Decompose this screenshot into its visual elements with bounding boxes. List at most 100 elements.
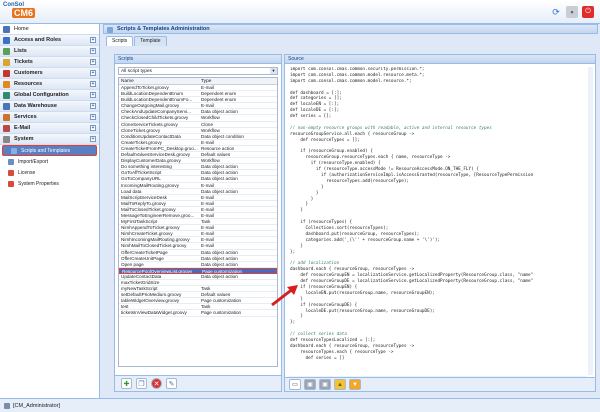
save-as-button[interactable]: ▣ bbox=[319, 379, 331, 390]
script-name-cell: NimhAppendToTicket.groovy bbox=[121, 225, 180, 231]
sidebar-item-home[interactable]: Home bbox=[0, 24, 99, 35]
sidebar-item-access-and-roles[interactable]: Access and Roles + bbox=[0, 35, 99, 46]
sidebar-item-label: Tickets bbox=[14, 59, 33, 65]
sidebar-item-lists[interactable]: Lists + bbox=[0, 46, 99, 57]
script-name-cell: ChangeOutgoingMail.groovy bbox=[121, 103, 180, 109]
expand-icon[interactable]: + bbox=[90, 125, 96, 131]
script-name-cell: MyFirstTaskScript bbox=[121, 219, 158, 225]
script-name-cell: MessageToEngineerRemove.groo... bbox=[121, 212, 195, 218]
sidebar-item-resources[interactable]: Resources + bbox=[0, 79, 99, 90]
sidebar-item-customers[interactable]: Customers + bbox=[0, 68, 99, 79]
script-type-cell: Data object action bbox=[201, 255, 238, 261]
script-name-cell: MailScriptServiceDesk bbox=[121, 194, 167, 200]
license-icon bbox=[8, 169, 14, 176]
new-file-button[interactable]: ▭ bbox=[289, 379, 301, 390]
sidebar-item-system[interactable]: System + bbox=[0, 134, 99, 145]
sidebar-item-system-properties[interactable]: System Properties bbox=[0, 178, 99, 189]
expand-icon[interactable]: + bbox=[90, 48, 96, 54]
script-type-cell: E-mail bbox=[201, 139, 215, 145]
sidebar-item-e-mail[interactable]: E-Mail + bbox=[0, 123, 99, 134]
column-header-type[interactable]: Type bbox=[199, 78, 269, 84]
script-type-cell: Resource action bbox=[201, 145, 235, 151]
column-header-name[interactable]: Name bbox=[119, 78, 199, 84]
script-type-cell: Workflow bbox=[201, 127, 220, 133]
save-button[interactable]: ▣ bbox=[304, 379, 316, 390]
expand-icon[interactable]: + bbox=[90, 136, 96, 142]
consol-logo: ConSol CM6 bbox=[3, 2, 38, 21]
script-type-cell: E-mail bbox=[201, 237, 215, 243]
sidebar-item-services[interactable]: Services + bbox=[0, 112, 99, 123]
expand-icon[interactable]: + bbox=[90, 70, 96, 76]
expand-icon[interactable]: + bbox=[90, 59, 96, 65]
tab-template[interactable]: Template bbox=[134, 36, 167, 46]
script-name-cell: NimhIncomingMailRouting.groovy bbox=[121, 237, 190, 243]
source-toolbar: ▭ ▣ ▣ ▲ ▼ bbox=[285, 377, 595, 391]
script-name-cell: ResourcePoolOverviewList.groovy bbox=[122, 268, 193, 273]
tab-scripts[interactable]: Scripts bbox=[106, 36, 134, 46]
code-line: def series = [] bbox=[290, 355, 345, 361]
chevron-down-icon[interactable]: ▼ bbox=[270, 68, 277, 74]
script-type-cell: Workflow bbox=[201, 158, 220, 164]
sidebar-item-label: Services bbox=[14, 114, 37, 120]
script-type-cell: Dependent enum bbox=[201, 97, 237, 103]
main-title-bar: Scripts & Templates Administration bbox=[103, 24, 598, 34]
script-type-cell: Data object action bbox=[201, 249, 238, 255]
global-configuration-icon bbox=[3, 91, 10, 99]
sidebar-item-tickets[interactable]: Tickets + bbox=[0, 57, 99, 68]
sidebar-item-label: Global Configuration bbox=[14, 92, 69, 98]
sidebar: Home Access and Roles + Lists + Tickets + Custo… bbox=[0, 24, 100, 398]
delete-script-button[interactable]: ✕ bbox=[151, 378, 162, 389]
script-type-cell: Data object action bbox=[201, 164, 238, 170]
script-name-cell: CheckClosedChildTickets.groovy bbox=[121, 115, 189, 121]
edit-script-button[interactable]: ✎ bbox=[166, 378, 177, 389]
script-type-cell: Clone bbox=[201, 121, 214, 127]
copy-script-button[interactable]: ❐ bbox=[136, 378, 147, 389]
script-name-cell: OfferCreateTicketPage bbox=[121, 249, 168, 255]
expand-icon[interactable]: + bbox=[90, 92, 96, 98]
refresh-icon[interactable]: ⟳ bbox=[550, 6, 562, 18]
user-icon[interactable]: ▪ bbox=[566, 6, 578, 18]
script-type-cell: Default values bbox=[201, 292, 231, 298]
sidebar-item-label: Data Warehouse bbox=[14, 103, 57, 109]
sidebar-item-license[interactable]: License bbox=[0, 167, 99, 178]
script-name-cell: DisplayCustomerData.groovy bbox=[121, 158, 181, 164]
expand-icon[interactable]: + bbox=[90, 37, 96, 43]
script-type-cell: Task bbox=[201, 219, 211, 225]
download-button[interactable]: ▼ bbox=[349, 379, 361, 390]
source-code-editor[interactable]: import com.consol.cmas.common.security.p… bbox=[288, 67, 587, 375]
add-script-button[interactable]: ✚ bbox=[121, 378, 132, 389]
logout-icon[interactable]: ⏻ bbox=[582, 6, 594, 18]
expand-icon[interactable]: + bbox=[90, 114, 96, 120]
script-type-cell: E-mail bbox=[201, 206, 215, 212]
script-name-cell: myNewTaskScript bbox=[121, 286, 158, 292]
sidebar-item-data-warehouse[interactable]: Data Warehouse + bbox=[0, 101, 99, 112]
script-type-cell: Task bbox=[201, 286, 211, 292]
script-name-cell: GoToAffTicketScript bbox=[121, 170, 162, 176]
system-properties-icon bbox=[8, 180, 14, 187]
main-area: Scripts & Templates Administration Scrip… bbox=[103, 24, 598, 398]
vertical-scrollbar[interactable] bbox=[588, 67, 593, 375]
script-name-cell: test bbox=[121, 304, 129, 310]
script-type-cell: E-mail bbox=[201, 194, 215, 200]
expand-icon[interactable]: + bbox=[90, 81, 96, 87]
sidebar-item-import-export[interactable]: Import/Export bbox=[0, 156, 99, 167]
script-name-cell: OfferCreateUnitPage bbox=[121, 255, 164, 261]
script-name-cell: MailToClosedTicket.groovy bbox=[121, 206, 176, 212]
table-row[interactable]: ticketsInViewDataWidget.groovy Page custo… bbox=[119, 310, 277, 317]
sidebar-item-scripts-and-templates[interactable]: Scripts and Templates bbox=[2, 145, 97, 156]
user-status-icon bbox=[4, 402, 10, 409]
script-type-cell: E-mail bbox=[201, 225, 215, 231]
expand-icon[interactable]: + bbox=[90, 103, 96, 109]
script-name-cell: DefaultValuesServiceDesk.groovy bbox=[121, 152, 191, 158]
sidebar-item-label: Import/Export bbox=[18, 158, 49, 165]
script-type-filter[interactable]: All script types ▼ bbox=[118, 67, 278, 75]
script-type-cell: Data object action bbox=[201, 176, 238, 182]
system-icon bbox=[3, 135, 10, 143]
upload-button[interactable]: ▲ bbox=[334, 379, 346, 390]
scripts-panel: Scripts All script types ▼ Name Type App… bbox=[114, 54, 282, 392]
script-name-cell: BuildLocationDependentEnumFo... bbox=[121, 97, 193, 103]
lists-icon bbox=[3, 47, 10, 55]
sidebar-item-global-configuration[interactable]: Global Configuration + bbox=[0, 90, 99, 101]
e-mail-icon bbox=[3, 124, 10, 132]
script-type-cell: Default values bbox=[201, 152, 231, 158]
